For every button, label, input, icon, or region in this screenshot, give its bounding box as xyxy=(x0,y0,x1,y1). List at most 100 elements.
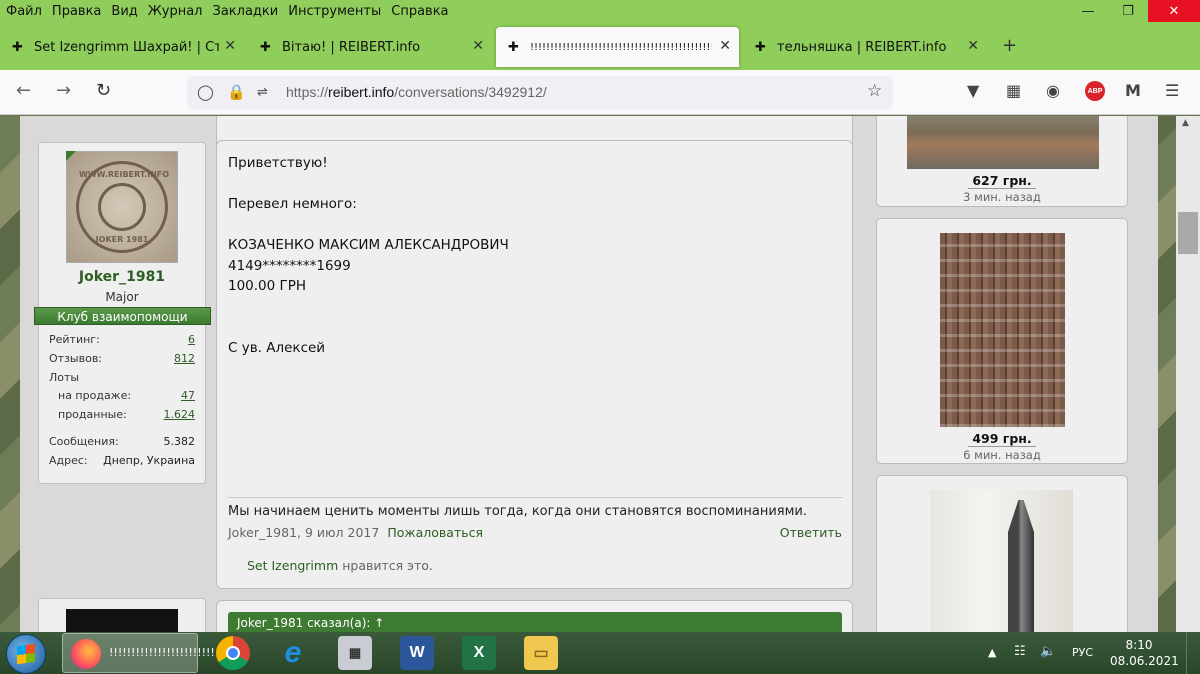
rating-link[interactable]: 6 xyxy=(188,333,195,346)
likes-summary: Set Izengrimm нравится это. xyxy=(247,558,433,573)
lot-image[interactable] xyxy=(940,233,1065,427)
reply-link[interactable]: Ответить xyxy=(780,525,842,540)
lot-image[interactable] xyxy=(930,490,1073,632)
menu-view[interactable]: Вид xyxy=(111,4,137,19)
arrow-left-icon[interactable]: ← xyxy=(16,80,31,101)
stat-label: Лоты xyxy=(49,370,80,384)
network-icon[interactable]: ☷ xyxy=(1014,644,1026,659)
menu-history[interactable]: Журнал xyxy=(148,4,203,19)
menu-edit[interactable]: Правка xyxy=(52,4,101,19)
liker-link[interactable]: Set Izengrimm xyxy=(247,558,338,573)
volume-icon[interactable]: 🔈 xyxy=(1040,644,1056,659)
shield-icon[interactable]: ◯ xyxy=(197,83,214,101)
new-tab-button[interactable]: + xyxy=(1002,35,1017,56)
stat-label: Отзывов: xyxy=(49,351,103,365)
taskbar: !!!!!!!!!!!!!!!!!!!!!!!!!!! e ▦ W X ▭ ▲ … xyxy=(0,632,1200,674)
tab-active-conversation[interactable]: ✚ !!!!!!!!!!!!!!!!!!!!!!!!!!!!!!!!!!!!!!… xyxy=(496,27,739,67)
user-stats: Рейтинг: 6 Отзывов: 812 Лоты на продаже: 47… xyxy=(49,333,195,473)
hamburger-icon[interactable]: ☰ xyxy=(1165,81,1179,100)
next-message-post: Joker_1981 сказал(а): ↑ xyxy=(216,600,853,632)
stat-lots: Лоты xyxy=(49,371,195,390)
scrollbar-thumb[interactable] xyxy=(1178,212,1198,254)
tab-set-izengrimm[interactable]: ✚ Set Izengrimm Шахрай! | Стран ✕ xyxy=(0,27,244,67)
m-icon[interactable]: M xyxy=(1125,81,1141,100)
tab-close-icon[interactable]: ✕ xyxy=(967,38,979,54)
url-domain: reibert.info xyxy=(328,84,395,100)
menu-tools[interactable]: Инструменты xyxy=(288,4,381,19)
address-value: Днепр, Украина xyxy=(103,453,195,467)
tab-close-icon[interactable]: ✕ xyxy=(719,38,731,54)
iron-cross-icon: ✚ xyxy=(260,39,271,55)
stat-reviews: Отзывов: 812 xyxy=(49,352,195,371)
signature: Мы начинаем ценить моменты лишь тогда, к… xyxy=(228,497,843,519)
reviews-link[interactable]: 812 xyxy=(174,352,195,365)
iron-cross-icon: ✚ xyxy=(12,39,23,55)
calculator-icon[interactable]: ▦ xyxy=(338,636,372,670)
tab-strip: ✚ Set Izengrimm Шахрай! | Стран ✕ ✚ Віта… xyxy=(0,27,1200,67)
next-user-card xyxy=(38,598,206,632)
quote-header[interactable]: Joker_1981 сказал(а): ↑ xyxy=(228,612,842,632)
tab-vitayu[interactable]: ✚ Вітаю! | REIBERT.info ✕ xyxy=(248,27,492,67)
globe-icon[interactable]: ◉ xyxy=(1046,81,1060,100)
lot-price: 627 грн. xyxy=(877,173,1127,189)
sold-link[interactable]: 1.624 xyxy=(164,408,196,421)
message-post: Приветствую! Перевел немного: КОЗАЧЕНКО … xyxy=(216,140,853,589)
close-window-button[interactable]: ✕ xyxy=(1148,0,1200,22)
taskbar-firefox-task[interactable]: !!!!!!!!!!!!!!!!!!!!!!!!!!! xyxy=(62,633,228,673)
avatar[interactable] xyxy=(66,609,178,632)
tab-close-icon[interactable]: ✕ xyxy=(472,38,484,54)
report-link[interactable]: Пожаловаться xyxy=(387,525,483,540)
tab-title: тельняшка | REIBERT.info xyxy=(777,39,947,55)
menu-bookmarks[interactable]: Закладки xyxy=(213,4,279,19)
start-button[interactable] xyxy=(6,634,46,674)
stat-label: Рейтинг: xyxy=(49,333,100,346)
ie-icon[interactable]: e xyxy=(276,636,310,670)
stat-label: Сообщения: xyxy=(49,434,119,448)
url-bar[interactable]: ◯ 🔒 ⇌ https://reibert.info/conversations… xyxy=(187,76,893,109)
arrow-right-icon[interactable]: → xyxy=(56,80,71,101)
tray-expand-icon[interactable]: ▲ xyxy=(988,646,996,659)
stat-label: Адрес: xyxy=(49,453,88,467)
window-controls: — ❐ ✕ xyxy=(1068,0,1200,22)
excel-icon[interactable]: X xyxy=(462,636,496,670)
menu-help[interactable]: Справка xyxy=(391,4,448,19)
lot-image[interactable] xyxy=(907,116,1099,169)
minimize-button[interactable]: — xyxy=(1068,0,1108,22)
adblock-icon[interactable]: ABP xyxy=(1085,81,1105,101)
reload-icon[interactable]: ↻ xyxy=(96,80,111,101)
folder-icon[interactable]: ▭ xyxy=(524,636,558,670)
permissions-icon[interactable]: ⇌ xyxy=(257,85,268,100)
lock-icon[interactable]: 🔒 xyxy=(227,83,246,101)
logo-text-bottom: JOKER 1981 xyxy=(95,235,149,244)
tab-telnyashka[interactable]: ✚ тельняшка | REIBERT.info ✕ xyxy=(743,27,987,67)
lot-card[interactable]: 499 грн. 6 мин. назад xyxy=(876,218,1128,464)
stat-messages: Сообщения: 5.382 xyxy=(49,435,195,454)
avatar-corner-badge xyxy=(66,151,76,161)
show-desktop-button[interactable] xyxy=(1186,632,1200,674)
word-icon[interactable]: W xyxy=(400,636,434,670)
tab-title: Вітаю! | REIBERT.info xyxy=(282,39,421,55)
url-text[interactable]: https://reibert.info/conversations/34929… xyxy=(286,84,547,100)
chrome-icon[interactable] xyxy=(216,636,250,670)
url-prefix: https:// xyxy=(286,84,329,100)
lot-card[interactable]: 627 грн. 3 мин. назад xyxy=(876,116,1128,207)
star-icon[interactable]: ☆ xyxy=(867,81,882,101)
tab-close-icon[interactable]: ✕ xyxy=(224,38,236,54)
avatar[interactable]: WWW.REIBERT.INFO JOKER 1981 xyxy=(66,151,178,263)
stat-sold: проданные: 1.624 xyxy=(49,408,195,427)
author-date[interactable]: Joker_1981, 9 июл 2017 xyxy=(228,525,379,540)
on-sale-link[interactable]: 47 xyxy=(181,389,195,402)
language-indicator[interactable]: РУС xyxy=(1072,646,1093,659)
scrollbar[interactable] xyxy=(1176,116,1200,632)
menubar: Файл Правка Вид Журнал Закладки Инструме… xyxy=(0,0,459,22)
pocket-icon[interactable]: ▼ xyxy=(967,81,979,100)
clock[interactable]: 8:10 08.06.2021 xyxy=(1110,637,1179,669)
lot-time: 6 мин. назад xyxy=(963,448,1041,462)
username[interactable]: Joker_1981 xyxy=(39,269,205,285)
clock-time: 8:10 xyxy=(1125,638,1153,652)
maximize-button[interactable]: ❐ xyxy=(1108,0,1148,22)
screenshot-icon[interactable]: ▦ xyxy=(1006,81,1021,100)
menu-file[interactable]: Файл xyxy=(6,4,42,19)
scroll-up-icon[interactable]: ▲ xyxy=(1182,118,1189,128)
lot-card[interactable] xyxy=(876,475,1128,632)
